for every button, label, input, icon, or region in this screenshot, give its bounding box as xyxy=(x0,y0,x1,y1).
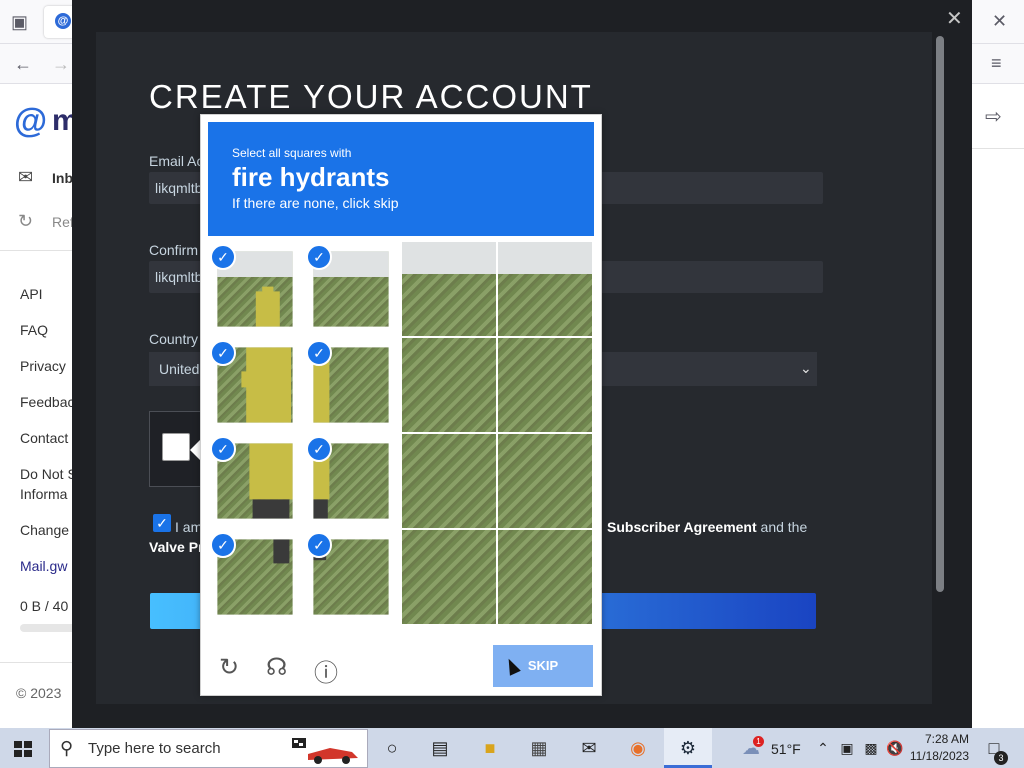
tile-selected-check-icon: ✓ xyxy=(306,340,332,366)
tab-overview-icon[interactable]: ▣ xyxy=(11,13,28,31)
weather-temperature[interactable]: 51°F xyxy=(771,741,801,757)
link-api[interactable]: API xyxy=(20,286,43,302)
notification-count-badge: 3 xyxy=(994,751,1008,765)
task-view-icon[interactable]: ▤ xyxy=(428,736,452,760)
privacy-policy-link[interactable]: Valve Pr xyxy=(149,539,204,555)
link-feedback[interactable]: Feedbac xyxy=(20,394,74,410)
clock-time[interactable]: 7:28 AM xyxy=(917,732,969,746)
link-contact[interactable]: Contact xyxy=(20,430,68,446)
footer-divider xyxy=(0,662,72,663)
windows-start-icon[interactable] xyxy=(14,741,32,757)
tile-selected-check-icon: ✓ xyxy=(306,244,332,270)
storage-progress-bar xyxy=(20,624,80,632)
challenge-tile[interactable] xyxy=(498,434,592,528)
weather-alert-badge: 1 xyxy=(753,736,764,747)
challenge-tile[interactable] xyxy=(498,242,592,336)
challenge-hint: If there are none, click skip xyxy=(232,195,399,211)
link-do-not-sell[interactable]: Do Not S xyxy=(20,466,77,482)
storage-usage: 0 B / 40 xyxy=(20,598,69,614)
mail-right-panel xyxy=(972,84,1024,728)
modal-scrollbar-thumb[interactable] xyxy=(936,36,944,592)
search-icon: ⚲ xyxy=(60,738,74,758)
refresh-icon: ↻ xyxy=(18,211,34,231)
firefox-icon[interactable]: ◉ xyxy=(626,736,650,760)
audio-challenge-icon[interactable]: ☊ xyxy=(266,653,287,682)
mail-icon[interactable]: ✉ xyxy=(577,736,601,760)
right-divider xyxy=(972,148,1024,149)
link-do-not-sell-line2[interactable]: Informa xyxy=(20,486,67,502)
agree-checkbox[interactable]: ✓ xyxy=(153,514,171,532)
file-explorer-icon[interactable]: ■ xyxy=(478,736,502,760)
tab-favicon-icon: @ xyxy=(55,13,71,29)
info-icon[interactable]: ⓘ xyxy=(314,653,338,688)
country-label: Country xyxy=(149,331,199,347)
confirm-email-label: Confirm xyxy=(149,242,199,258)
tile-selected-check-icon: ✓ xyxy=(210,532,236,558)
sidebar-divider xyxy=(0,250,72,251)
email-label: Email Ac xyxy=(149,153,204,169)
window-close-icon[interactable]: ✕ xyxy=(992,12,1007,30)
link-change[interactable]: Change xyxy=(20,522,69,538)
network-icon[interactable]: ▩ xyxy=(859,736,883,760)
taskbar-search-placeholder: Type here to search xyxy=(88,740,221,757)
challenge-pointer xyxy=(190,440,200,460)
steam-icon: ⚙ xyxy=(679,738,697,758)
store-icon[interactable]: ▦ xyxy=(527,736,551,760)
meet-now-icon[interactable]: ▣ xyxy=(835,736,859,760)
challenge-tile[interactable] xyxy=(402,530,496,624)
agree-text: I am xyxy=(175,519,203,535)
clock-date[interactable]: 11/18/2023 xyxy=(907,749,969,763)
forward-icon[interactable]: → xyxy=(52,55,70,73)
nav-inbox[interactable]: Inb xyxy=(52,170,73,186)
nav-refresh[interactable]: Ref xyxy=(52,214,74,230)
agree-links: Subscriber Agreement and the xyxy=(607,519,807,535)
challenge-tile[interactable] xyxy=(402,338,496,432)
challenge-tile[interactable] xyxy=(498,530,592,624)
race-car-doodle-icon xyxy=(292,738,358,764)
logout-icon[interactable]: ⇨ xyxy=(985,107,1002,127)
challenge-instruction: Select all squares with xyxy=(232,146,352,160)
challenge-tile[interactable] xyxy=(498,338,592,432)
tile-selected-check-icon: ✓ xyxy=(306,436,332,462)
challenge-tile[interactable] xyxy=(402,434,496,528)
link-privacy[interactable]: Privacy xyxy=(20,358,66,374)
back-icon[interactable]: ← xyxy=(14,55,32,73)
tile-selected-check-icon: ✓ xyxy=(210,436,236,462)
page-title: CREATE YOUR ACCOUNT xyxy=(149,78,593,115)
agree-and-text: and the xyxy=(756,519,808,535)
modal-close-icon[interactable]: ✕ xyxy=(946,6,963,31)
challenge-target: fire hydrants xyxy=(232,162,390,192)
captcha-checkbox[interactable] xyxy=(162,433,190,461)
inbox-icon: ✉ xyxy=(18,167,34,187)
copyright: © 2023 xyxy=(16,685,62,701)
tile-selected-check-icon: ✓ xyxy=(210,340,236,366)
volume-muted-icon[interactable]: 🔇 xyxy=(883,736,907,760)
link-faq[interactable]: FAQ xyxy=(20,322,48,338)
cortana-icon[interactable]: ○ xyxy=(380,736,404,760)
chevron-down-icon: ⌄ xyxy=(800,360,812,376)
challenge-tile[interactable] xyxy=(402,242,496,336)
challenge-header: Select all squares with fire hydrants If… xyxy=(208,122,594,236)
link-mail-gw[interactable]: Mail.gw xyxy=(20,558,67,574)
tile-selected-check-icon: ✓ xyxy=(306,532,332,558)
tile-selected-check-icon: ✓ xyxy=(210,244,236,270)
subscriber-agreement-link[interactable]: Subscriber Agreement xyxy=(607,519,757,535)
hamburger-icon[interactable]: ≡ xyxy=(991,54,1002,72)
chevron-up-icon[interactable]: ⌃ xyxy=(811,736,835,760)
mail-logo-icon: @ xyxy=(14,102,48,140)
refresh-challenge-icon[interactable]: ↻ xyxy=(219,653,239,682)
